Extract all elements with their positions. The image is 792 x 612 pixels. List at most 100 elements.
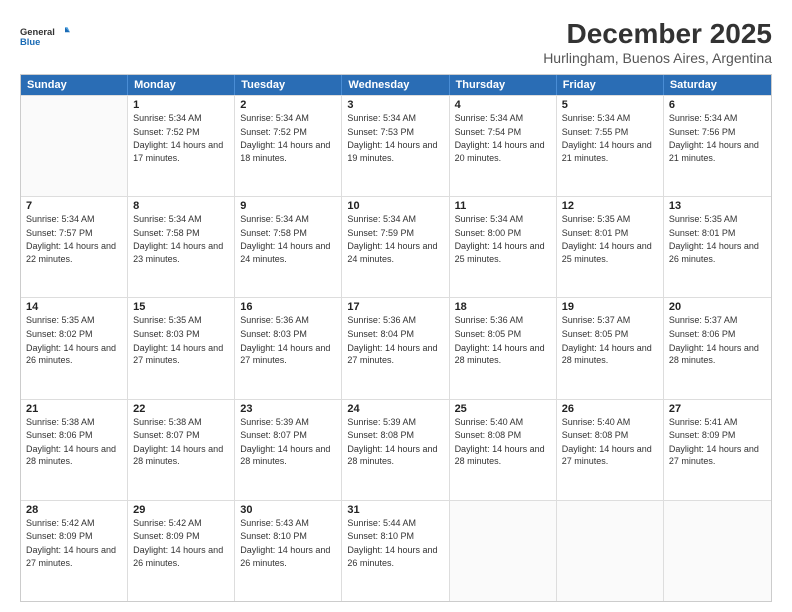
cell-day-number: 7 xyxy=(26,200,122,212)
calendar-cell xyxy=(21,96,128,196)
cell-day-number: 5 xyxy=(562,99,658,111)
calendar-cell: 9 Sunrise: 5:34 AM Sunset: 7:58 PM Dayli… xyxy=(235,197,342,297)
cell-day-number: 31 xyxy=(347,504,443,516)
cell-sunrise: Sunrise: 5:36 AM xyxy=(240,314,336,327)
main-title: December 2025 xyxy=(543,18,772,50)
cell-daylight: Daylight: 14 hours and 21 minutes. xyxy=(669,139,766,164)
calendar-cell: 25 Sunrise: 5:40 AM Sunset: 8:08 PM Dayl… xyxy=(450,400,557,500)
cell-sunrise: Sunrise: 5:34 AM xyxy=(347,112,443,125)
cell-day-number: 30 xyxy=(240,504,336,516)
cell-sunset: Sunset: 8:01 PM xyxy=(562,227,658,240)
svg-text:General: General xyxy=(20,27,55,37)
calendar-cell: 22 Sunrise: 5:38 AM Sunset: 8:07 PM Dayl… xyxy=(128,400,235,500)
calendar-row: 21 Sunrise: 5:38 AM Sunset: 8:06 PM Dayl… xyxy=(21,399,771,500)
cell-sunset: Sunset: 8:00 PM xyxy=(455,227,551,240)
cell-sunrise: Sunrise: 5:42 AM xyxy=(133,517,229,530)
cell-sunset: Sunset: 8:06 PM xyxy=(26,429,122,442)
cell-sunset: Sunset: 7:54 PM xyxy=(455,126,551,139)
calendar-body: 1 Sunrise: 5:34 AM Sunset: 7:52 PM Dayli… xyxy=(21,95,771,601)
cell-daylight: Daylight: 14 hours and 27 minutes. xyxy=(133,342,229,367)
cell-daylight: Daylight: 14 hours and 21 minutes. xyxy=(562,139,658,164)
cell-sunset: Sunset: 8:03 PM xyxy=(240,328,336,341)
cell-sunrise: Sunrise: 5:37 AM xyxy=(562,314,658,327)
cell-sunrise: Sunrise: 5:34 AM xyxy=(669,112,766,125)
cell-sunrise: Sunrise: 5:36 AM xyxy=(347,314,443,327)
calendar-cell: 28 Sunrise: 5:42 AM Sunset: 8:09 PM Dayl… xyxy=(21,501,128,601)
cell-daylight: Daylight: 14 hours and 28 minutes. xyxy=(455,443,551,468)
cell-daylight: Daylight: 14 hours and 19 minutes. xyxy=(347,139,443,164)
cell-sunset: Sunset: 7:56 PM xyxy=(669,126,766,139)
cell-day-number: 25 xyxy=(455,403,551,415)
cell-day-number: 13 xyxy=(669,200,766,212)
cell-sunrise: Sunrise: 5:35 AM xyxy=(562,213,658,226)
cell-day-number: 19 xyxy=(562,301,658,313)
cell-daylight: Daylight: 14 hours and 28 minutes. xyxy=(347,443,443,468)
cell-sunrise: Sunrise: 5:40 AM xyxy=(562,416,658,429)
cell-sunrise: Sunrise: 5:35 AM xyxy=(133,314,229,327)
cell-daylight: Daylight: 14 hours and 26 minutes. xyxy=(347,544,443,569)
calendar-cell: 31 Sunrise: 5:44 AM Sunset: 8:10 PM Dayl… xyxy=(342,501,449,601)
calendar-cell: 7 Sunrise: 5:34 AM Sunset: 7:57 PM Dayli… xyxy=(21,197,128,297)
cell-day-number: 16 xyxy=(240,301,336,313)
calendar-cell: 18 Sunrise: 5:36 AM Sunset: 8:05 PM Dayl… xyxy=(450,298,557,398)
calendar-cell xyxy=(557,501,664,601)
cell-daylight: Daylight: 14 hours and 25 minutes. xyxy=(562,240,658,265)
cell-day-number: 10 xyxy=(347,200,443,212)
weekday-header: Sunday xyxy=(21,75,128,95)
calendar-cell: 4 Sunrise: 5:34 AM Sunset: 7:54 PM Dayli… xyxy=(450,96,557,196)
cell-sunset: Sunset: 8:10 PM xyxy=(240,530,336,543)
cell-day-number: 6 xyxy=(669,99,766,111)
cell-sunset: Sunset: 8:03 PM xyxy=(133,328,229,341)
calendar-cell: 8 Sunrise: 5:34 AM Sunset: 7:58 PM Dayli… xyxy=(128,197,235,297)
title-block: December 2025 Hurlingham, Buenos Aires, … xyxy=(543,18,772,66)
calendar-cell: 21 Sunrise: 5:38 AM Sunset: 8:06 PM Dayl… xyxy=(21,400,128,500)
cell-sunset: Sunset: 8:05 PM xyxy=(455,328,551,341)
calendar-cell xyxy=(664,501,771,601)
cell-day-number: 20 xyxy=(669,301,766,313)
calendar-cell: 29 Sunrise: 5:42 AM Sunset: 8:09 PM Dayl… xyxy=(128,501,235,601)
cell-day-number: 3 xyxy=(347,99,443,111)
cell-daylight: Daylight: 14 hours and 26 minutes. xyxy=(26,342,122,367)
cell-sunset: Sunset: 7:59 PM xyxy=(347,227,443,240)
calendar-cell: 19 Sunrise: 5:37 AM Sunset: 8:05 PM Dayl… xyxy=(557,298,664,398)
cell-daylight: Daylight: 14 hours and 27 minutes. xyxy=(562,443,658,468)
cell-day-number: 8 xyxy=(133,200,229,212)
cell-sunset: Sunset: 8:09 PM xyxy=(26,530,122,543)
cell-day-number: 1 xyxy=(133,99,229,111)
cell-day-number: 11 xyxy=(455,200,551,212)
calendar-row: 28 Sunrise: 5:42 AM Sunset: 8:09 PM Dayl… xyxy=(21,500,771,601)
calendar-cell: 5 Sunrise: 5:34 AM Sunset: 7:55 PM Dayli… xyxy=(557,96,664,196)
calendar-row: 7 Sunrise: 5:34 AM Sunset: 7:57 PM Dayli… xyxy=(21,196,771,297)
cell-daylight: Daylight: 14 hours and 18 minutes. xyxy=(240,139,336,164)
cell-sunset: Sunset: 8:08 PM xyxy=(455,429,551,442)
cell-daylight: Daylight: 14 hours and 24 minutes. xyxy=(347,240,443,265)
cell-sunrise: Sunrise: 5:34 AM xyxy=(133,112,229,125)
calendar-cell: 12 Sunrise: 5:35 AM Sunset: 8:01 PM Dayl… xyxy=(557,197,664,297)
calendar-cell xyxy=(450,501,557,601)
cell-sunset: Sunset: 8:04 PM xyxy=(347,328,443,341)
cell-sunrise: Sunrise: 5:41 AM xyxy=(669,416,766,429)
calendar-cell: 30 Sunrise: 5:43 AM Sunset: 8:10 PM Dayl… xyxy=(235,501,342,601)
cell-sunrise: Sunrise: 5:34 AM xyxy=(562,112,658,125)
cell-daylight: Daylight: 14 hours and 24 minutes. xyxy=(240,240,336,265)
cell-sunset: Sunset: 8:09 PM xyxy=(133,530,229,543)
calendar-cell: 26 Sunrise: 5:40 AM Sunset: 8:08 PM Dayl… xyxy=(557,400,664,500)
cell-daylight: Daylight: 14 hours and 26 minutes. xyxy=(669,240,766,265)
cell-day-number: 28 xyxy=(26,504,122,516)
calendar-cell: 15 Sunrise: 5:35 AM Sunset: 8:03 PM Dayl… xyxy=(128,298,235,398)
cell-sunset: Sunset: 8:07 PM xyxy=(240,429,336,442)
cell-day-number: 21 xyxy=(26,403,122,415)
weekday-header: Thursday xyxy=(450,75,557,95)
cell-daylight: Daylight: 14 hours and 27 minutes. xyxy=(669,443,766,468)
cell-day-number: 23 xyxy=(240,403,336,415)
weekday-header: Saturday xyxy=(664,75,771,95)
logo: General Blue xyxy=(20,18,70,54)
svg-text:Blue: Blue xyxy=(20,37,40,47)
cell-sunrise: Sunrise: 5:34 AM xyxy=(240,112,336,125)
cell-daylight: Daylight: 14 hours and 23 minutes. xyxy=(133,240,229,265)
cell-day-number: 17 xyxy=(347,301,443,313)
cell-sunset: Sunset: 8:08 PM xyxy=(347,429,443,442)
cell-sunset: Sunset: 8:07 PM xyxy=(133,429,229,442)
subtitle: Hurlingham, Buenos Aires, Argentina xyxy=(543,50,772,66)
cell-daylight: Daylight: 14 hours and 28 minutes. xyxy=(669,342,766,367)
